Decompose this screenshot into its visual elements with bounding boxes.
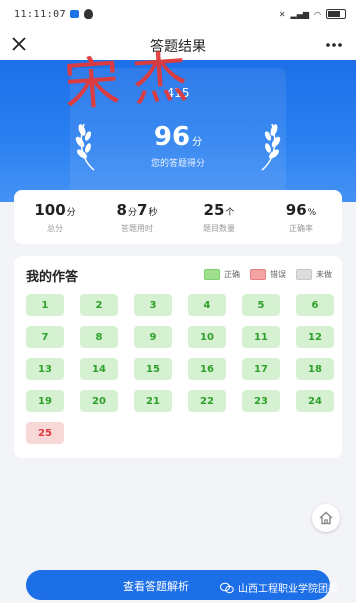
- wifi-icon: ◠: [314, 9, 321, 19]
- battery-icon: [326, 9, 346, 19]
- stat-question-count: 25个 题目数量: [179, 201, 259, 234]
- stat-value: 96: [285, 200, 307, 219]
- stat-label: 总分: [47, 223, 63, 233]
- handwritten-overlay: 宋杰: [61, 44, 203, 119]
- score-label: 您的答题得分: [150, 159, 205, 169]
- answer-item-4[interactable]: 4: [188, 294, 226, 316]
- score-value: 96: [153, 122, 191, 152]
- more-options-icon[interactable]: [324, 36, 344, 54]
- home-button[interactable]: [312, 504, 340, 532]
- answer-item-21[interactable]: 21: [134, 390, 172, 412]
- stat-label: 正确率: [289, 223, 313, 233]
- stat-value: 8: [116, 200, 127, 219]
- legend-correct: 正确: [204, 269, 240, 280]
- legend-swatch: [250, 269, 266, 280]
- answer-item-17[interactable]: 17: [242, 358, 280, 380]
- answer-item-7[interactable]: 7: [26, 326, 64, 348]
- answer-item-5[interactable]: 5: [242, 294, 280, 316]
- answer-item-15[interactable]: 15: [134, 358, 172, 380]
- answer-item-13[interactable]: 13: [26, 358, 64, 380]
- stat-label: 答题用时: [121, 223, 153, 233]
- answer-item-1[interactable]: 1: [26, 294, 64, 316]
- stat-unit: 秒: [148, 207, 158, 218]
- home-icon: [319, 511, 333, 525]
- status-bar: 11:11:07 ✕ ▂▄▆ ◠: [0, 0, 356, 30]
- answer-item-9[interactable]: 9: [134, 326, 172, 348]
- notification-app-icon: [70, 10, 79, 18]
- laurel-right-icon: [261, 123, 281, 171]
- watermark: 山西工程职业学院团委: [220, 580, 338, 595]
- stat-value: 7: [137, 200, 148, 219]
- answer-item-25[interactable]: 25: [26, 422, 64, 444]
- laurel-left-icon: [75, 123, 95, 171]
- answer-item-23[interactable]: 23: [242, 390, 280, 412]
- answer-item-24[interactable]: 24: [296, 390, 334, 412]
- legend-swatch: [296, 269, 312, 280]
- score-display: 96 分: [0, 122, 356, 152]
- answer-item-14[interactable]: 14: [80, 358, 118, 380]
- wechat-icon: [220, 582, 234, 593]
- stat-accuracy: 96% 正确率: [261, 201, 341, 234]
- answer-item-18[interactable]: 18: [296, 358, 334, 380]
- answers-title: 我的作答: [26, 270, 79, 285]
- answer-item-11[interactable]: 11: [242, 326, 280, 348]
- stat-value: 25: [203, 200, 225, 219]
- score-unit: 分: [192, 137, 203, 148]
- stat-time-used: 8分7秒 答题用时: [97, 201, 177, 234]
- mute-icon: ✕: [278, 9, 286, 19]
- stat-unit: 个: [225, 207, 235, 218]
- stat-value: 100: [34, 200, 66, 219]
- watermark-text: 山西工程职业学院团委: [238, 584, 338, 595]
- answer-item-20[interactable]: 20: [80, 390, 118, 412]
- view-analysis-label: 查看答题解析: [123, 580, 189, 593]
- stat-unit: %: [307, 207, 317, 218]
- legend-wrong: 错误: [250, 269, 286, 280]
- answers-legend: 正确 错误 未做: [204, 269, 332, 280]
- legend-label: 正确: [224, 270, 240, 279]
- legend-label: 未做: [316, 270, 332, 279]
- legend-unanswered: 未做: [296, 269, 332, 280]
- status-icons: ✕ ▂▄▆ ◠: [279, 9, 346, 19]
- answer-item-2[interactable]: 2: [80, 294, 118, 316]
- notification-qq-icon: [84, 9, 93, 19]
- stat-label: 题目数量: [203, 223, 235, 233]
- answer-item-10[interactable]: 10: [188, 326, 226, 348]
- answer-item-19[interactable]: 19: [26, 390, 64, 412]
- signal-icon: ▂▄▆: [290, 9, 310, 19]
- answer-item-12[interactable]: 12: [296, 326, 334, 348]
- status-time: 11:11:07: [14, 9, 67, 20]
- legend-label: 错误: [270, 270, 286, 279]
- legend-swatch: [204, 269, 220, 280]
- stats-card: 100分 总分 8分7秒 答题用时 25个 题目数量 96% 正确率: [14, 190, 342, 244]
- stat-unit: 分: [66, 207, 76, 218]
- answer-item-6[interactable]: 6: [296, 294, 334, 316]
- stat-unit: 分: [127, 207, 137, 218]
- answers-card: 我的作答 正确 错误 未做 1 2 3 4 5 6 7 8 9 10 11 12 13 14 15 16 17 1…: [14, 256, 342, 458]
- stat-total-score: 100分 总分: [15, 201, 95, 234]
- answer-item-22[interactable]: 22: [188, 390, 226, 412]
- answer-item-3[interactable]: 3: [134, 294, 172, 316]
- answer-item-8[interactable]: 8: [80, 326, 118, 348]
- answer-item-16[interactable]: 16: [188, 358, 226, 380]
